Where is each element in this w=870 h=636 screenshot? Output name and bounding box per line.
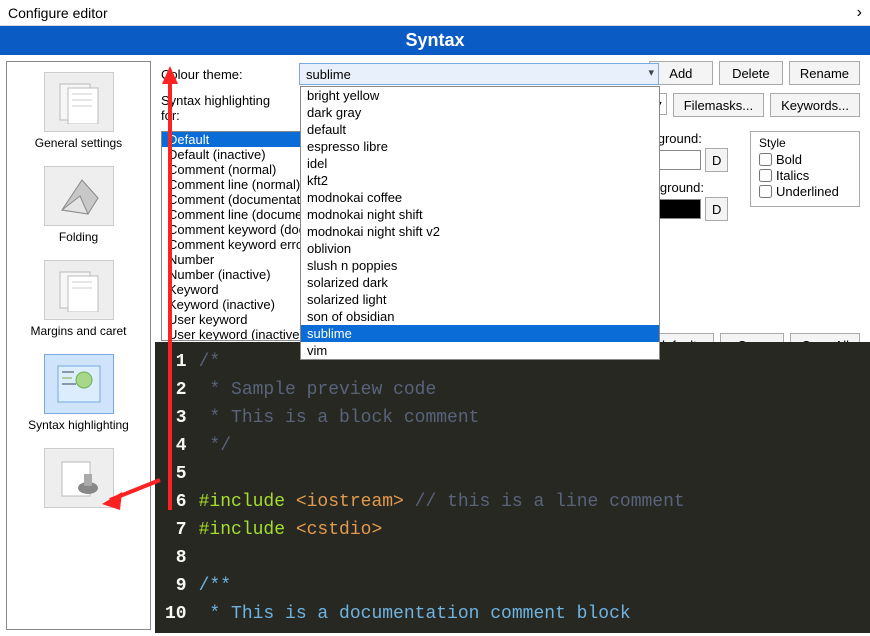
theme-option[interactable]: oblivion bbox=[301, 240, 659, 257]
theme-option[interactable]: son of obsidian bbox=[301, 308, 659, 325]
window-title: Configure editor bbox=[8, 5, 857, 21]
theme-option[interactable]: solarized dark bbox=[301, 274, 659, 291]
theme-option[interactable]: espresso libre bbox=[301, 138, 659, 155]
theme-option[interactable]: solarized light bbox=[301, 291, 659, 308]
theme-option[interactable]: dark gray bbox=[301, 104, 659, 121]
foreground-default-button[interactable]: D bbox=[705, 148, 728, 172]
theme-option[interactable]: modnokai night shift v2 bbox=[301, 223, 659, 240]
style-group-label: Style bbox=[759, 136, 851, 150]
underlined-checkbox[interactable]: Underlined bbox=[759, 184, 851, 199]
fold-icon bbox=[44, 166, 114, 226]
theme-option[interactable]: bright yellow bbox=[301, 87, 659, 104]
syntax-icon bbox=[44, 354, 114, 414]
bold-checkbox[interactable]: Bold bbox=[759, 152, 851, 167]
document-icon bbox=[44, 72, 114, 132]
colour-theme-label: Colour theme: bbox=[161, 67, 291, 82]
theme-option[interactable]: modnokai coffee bbox=[301, 189, 659, 206]
theme-option[interactable]: kft2 bbox=[301, 172, 659, 189]
colour-theme-dropdown: bright yellowdark graydefaultespresso li… bbox=[300, 86, 660, 360]
theme-option[interactable]: sublime bbox=[301, 325, 659, 342]
syntax-for-label: Syntax highlighting for: bbox=[161, 93, 291, 123]
theme-option[interactable]: default bbox=[301, 121, 659, 138]
page-banner: Syntax bbox=[0, 26, 870, 55]
close-icon[interactable]: › bbox=[857, 4, 862, 22]
theme-option[interactable]: slush n poppies bbox=[301, 257, 659, 274]
margins-icon bbox=[44, 260, 114, 320]
colour-theme-combo[interactable]: sublime ▾ bright yellowdark graydefaulte… bbox=[299, 63, 659, 85]
sidebar-item-label: Folding bbox=[59, 230, 98, 244]
theme-option[interactable]: vim bbox=[301, 342, 659, 359]
theme-option[interactable]: modnokai night shift bbox=[301, 206, 659, 223]
colour-theme-value: sublime bbox=[306, 67, 351, 82]
chevron-down-icon: ▾ bbox=[648, 66, 654, 79]
italics-checkbox[interactable]: Italics bbox=[759, 168, 851, 183]
code-preview: 12345678910 /* * Sample preview code * T… bbox=[155, 342, 870, 633]
background-default-button[interactable]: D bbox=[705, 197, 728, 221]
theme-option[interactable]: idel bbox=[301, 155, 659, 172]
